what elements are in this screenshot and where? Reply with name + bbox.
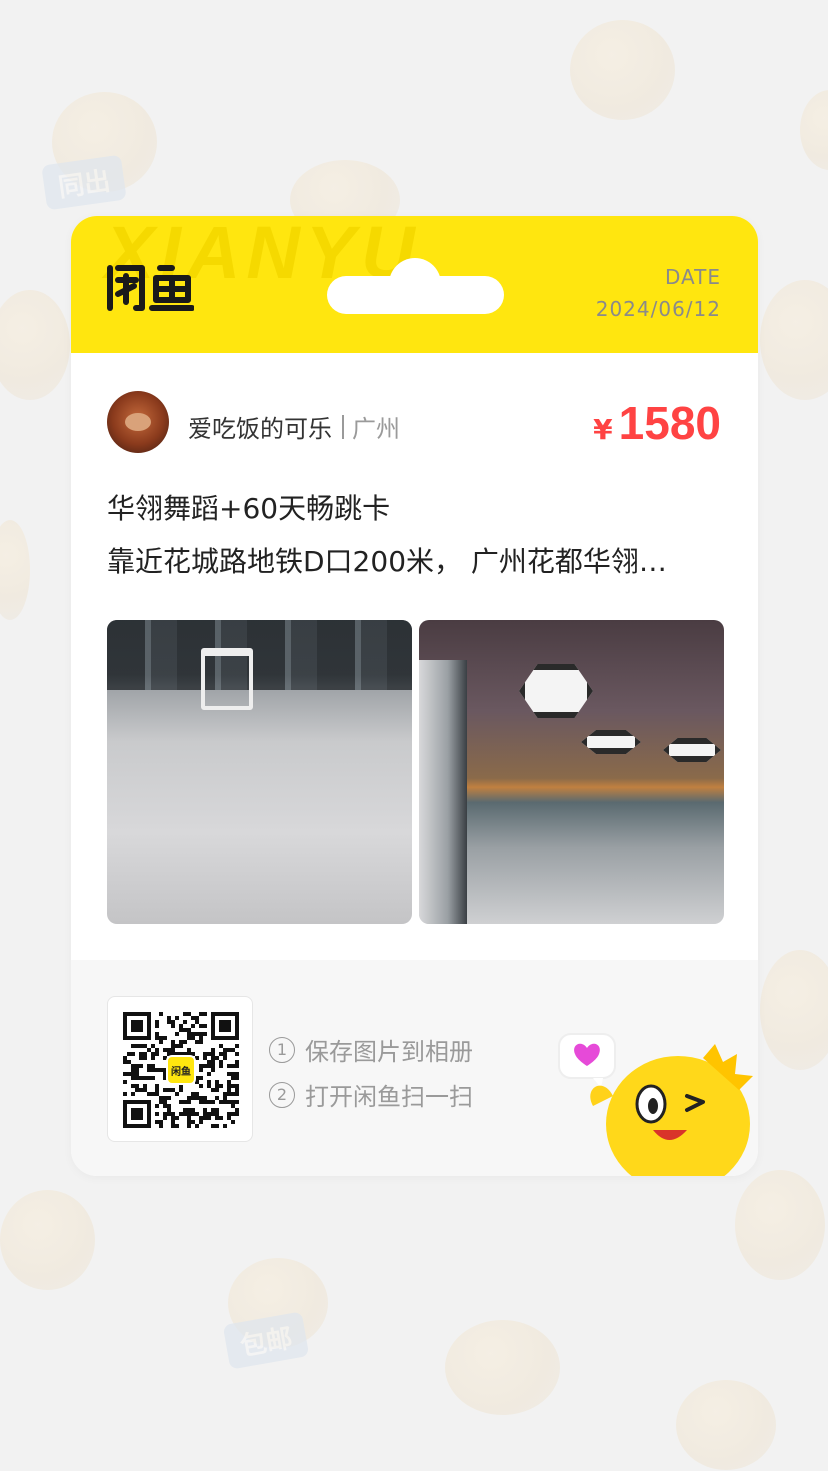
ticket-slot [327,276,504,314]
photo-mirror-pillar [419,660,467,924]
qr-code-box: 闲鱼 [107,996,253,1142]
photo-chair [201,648,253,710]
photo-mirror-wall [107,620,412,690]
seller-info: 爱吃饭的可乐 广州 [188,409,400,444]
xianyu-logo [107,265,194,311]
instruction-step-1: 1 保存图片到相册 [269,1032,473,1067]
seller-city: 广州 [352,415,400,443]
price-amount: 1580 [618,397,721,449]
photo-ceiling-light [581,730,641,754]
background-tag-tongchu: 同出 [41,154,127,211]
listing-share-card: XIANYU DATE 2024/06/12 爱吃饭的可乐 广州 ¥ 1580 … [71,216,758,1176]
background-emoji-decoration [800,90,828,170]
background-emoji-decoration [676,1380,776,1470]
seller-avatar [107,391,169,453]
background-emoji-decoration [445,1320,560,1415]
date-label: DATE [664,265,721,289]
seller-name: 爱吃饭的可乐 [188,415,332,443]
dance-studio-floor-photo [107,620,412,924]
background-emoji-decoration [0,1190,95,1290]
step-number-2: 2 [269,1081,295,1108]
step-text-2: 打开闲鱼扫一扫 [305,1083,473,1111]
qr-finder-pattern [131,1020,143,1032]
card-header: XIANYU DATE 2024/06/12 [71,216,758,353]
seller-separator [342,414,344,439]
qr-finder-pattern [131,1108,143,1120]
listing-price: ¥ 1580 [593,396,721,450]
qr-finder-pattern [219,1020,231,1032]
share-poster-screen: { "header": { "logo_text": "闲鱼", "waterm… [0,0,828,1471]
photo-ceiling-light [519,664,593,718]
background-emoji-decoration [760,950,828,1070]
background-emoji-decoration [0,290,70,400]
listing-title: 华翎舞蹈+60天畅跳卡 [107,492,391,525]
instruction-step-2: 2 打开闲鱼扫一扫 [269,1077,473,1112]
background-emoji-decoration [0,520,30,620]
listing-description: 靠近花城路地铁D口200米， 广州花都华翎… [107,545,667,578]
date-value: 2024/06/12 [595,297,721,321]
xianyu-mascot-illustration [558,1033,753,1176]
background-emoji-decoration [735,1170,825,1280]
photo-ceiling-light [663,738,721,762]
step-number-1: 1 [269,1036,295,1063]
currency-symbol: ¥ [593,413,613,446]
background-emoji-decoration [570,20,675,120]
qr-center-logo: 闲鱼 [166,1055,196,1085]
background-emoji-decoration [760,280,828,400]
step-text-1: 保存图片到相册 [305,1038,473,1066]
dance-studio-hall-photo [419,620,724,924]
